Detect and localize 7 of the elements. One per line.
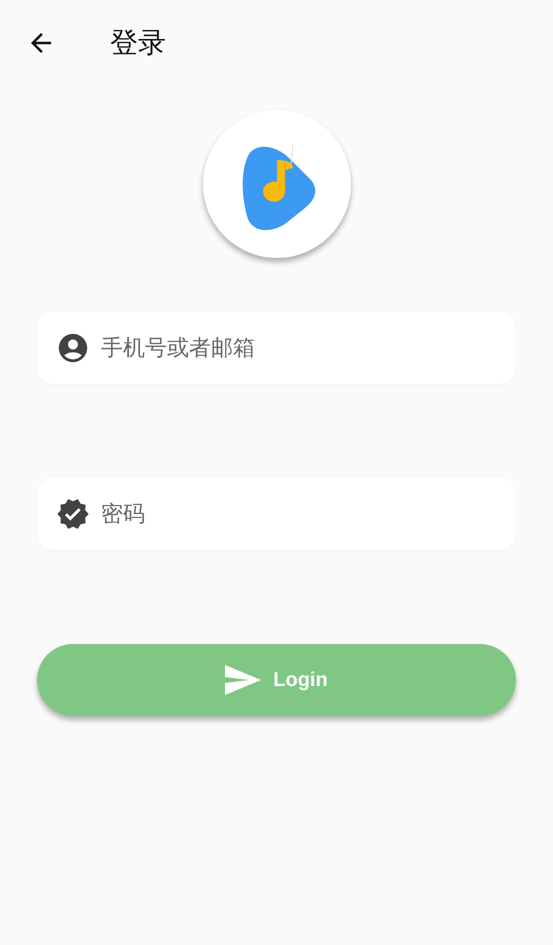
page-title: 登录 xyxy=(110,25,166,61)
input-field[interactable]: 密码 xyxy=(37,478,516,550)
input-field[interactable]: 手机号或者邮箱 xyxy=(37,312,516,384)
verified-badge-icon xyxy=(56,497,90,531)
login-button[interactable]: Login xyxy=(37,644,516,716)
send-icon xyxy=(225,665,262,695)
person-icon xyxy=(56,331,90,365)
